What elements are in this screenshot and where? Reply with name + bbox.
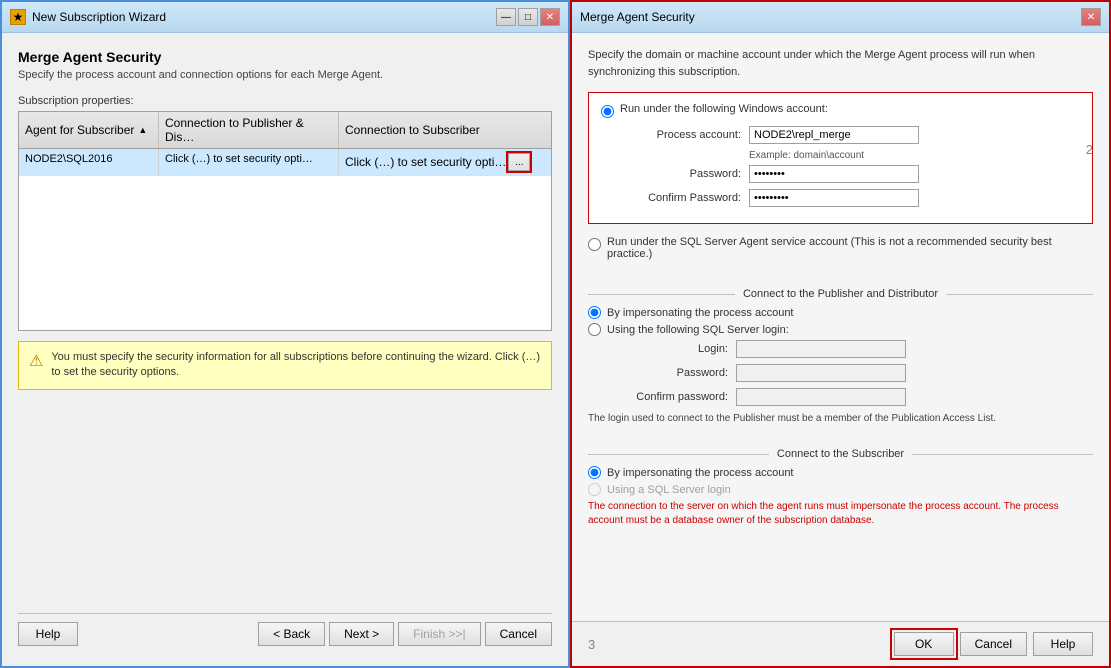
col3-header: Connection to Subscriber (339, 112, 551, 148)
publisher-confirm-input[interactable] (736, 388, 906, 406)
run-under-account-label: Run under the following Windows account: (620, 103, 828, 115)
close-button-right[interactable]: ✕ (1081, 8, 1101, 26)
impersonate-subscriber-radio[interactable] (588, 466, 601, 479)
run-under-account-row: Run under the following Windows account: (601, 103, 1080, 118)
publisher-login-input[interactable] (736, 340, 906, 358)
right-titlebar: Merge Agent Security ✕ (572, 2, 1109, 33)
finish-button[interactable]: Finish >>| (398, 622, 480, 646)
sep-line-left (588, 294, 735, 295)
publisher-password-row: Password: (608, 364, 1093, 382)
sep-line-right (946, 294, 1093, 295)
process-account-input[interactable] (749, 126, 919, 144)
minimize-button[interactable]: — (496, 8, 516, 26)
password-input[interactable] (749, 165, 919, 183)
access-note: The login used to connect to the Publish… (588, 412, 1093, 426)
connect-subscriber-section: Connect to the Subscriber By impersonati… (588, 442, 1093, 528)
left-titlebar: ★ New Subscription Wizard — □ ✕ (2, 2, 568, 33)
confirm-password-label: Confirm Password: (621, 192, 741, 204)
bottom-bar: 3 OK Cancel Help (572, 621, 1109, 666)
help-button-right[interactable]: Help (1033, 632, 1093, 656)
subscription-label: Subscription properties: (18, 95, 552, 107)
subscriber-connection-cell: Click (…) to set security opti… ... (339, 149, 551, 175)
password-row: Password: (621, 165, 1080, 183)
process-account-row: Process account: (621, 126, 1080, 144)
password-label: Password: (621, 168, 741, 180)
sql-login-publisher-row: Using the following SQL Server login: (588, 323, 1093, 336)
right-window-title: Merge Agent Security (580, 10, 695, 24)
process-account-form: Process account: Example: domain\account… (621, 126, 1080, 207)
subscriber-section-label: Connect to the Subscriber (777, 448, 904, 460)
sql-login-publisher-label: Using the following SQL Server login: (607, 324, 789, 336)
col2-header: Connection to Publisher & Dis… (159, 112, 339, 148)
badge3: 3 (588, 637, 595, 652)
subscription-table: Agent for Subscriber ▲ Connection to Pub… (18, 111, 552, 331)
run-under-sql-radio[interactable] (588, 238, 601, 251)
publisher-password-label: Password: (608, 367, 728, 379)
intro-text: Specify the domain or machine account un… (588, 47, 1093, 80)
impersonate-subscriber-row: By impersonating the process account (588, 466, 1093, 479)
confirm-password-row: Confirm Password: (621, 189, 1080, 207)
publisher-password-input[interactable] (736, 364, 906, 382)
col1-header: Agent for Subscriber ▲ (19, 112, 159, 148)
sql-login-publisher-radio[interactable] (588, 323, 601, 336)
connect-publisher-section: Connect to the Publisher and Distributor… (588, 282, 1093, 426)
ellipsis-button[interactable]: ... (508, 153, 530, 171)
run-under-sql-label: Run under the SQL Server Agent service a… (607, 236, 1093, 260)
publisher-section-label: Connect to the Publisher and Distributor (743, 288, 938, 300)
sql-login-subscriber-radio[interactable] (588, 483, 601, 496)
help-button-left[interactable]: Help (18, 622, 78, 646)
process-account-label: Process account: (621, 129, 741, 141)
back-button[interactable]: < Back (258, 622, 325, 646)
impersonate-subscriber-label: By impersonating the process account (607, 467, 794, 479)
impersonate-publisher-radio[interactable] (588, 306, 601, 319)
ok-button[interactable]: OK (894, 632, 954, 656)
cancel-button-left[interactable]: Cancel (485, 622, 552, 646)
windows-account-group: Run under the following Windows account:… (588, 92, 1093, 224)
subscriber-cell: NODE2\SQL2016 (19, 149, 159, 175)
publisher-login-label: Login: (608, 343, 728, 355)
impersonate-publisher-label: By impersonating the process account (607, 307, 794, 319)
publisher-confirm-row: Confirm password: (608, 388, 1093, 406)
warning-icon: ⚠ (29, 351, 43, 371)
process-account-hint: Example: domain\account (749, 150, 1080, 161)
button-row: Help < Back Next > Finish >>| Cancel (18, 613, 552, 650)
titlebar-left: ★ New Subscription Wizard (10, 9, 166, 25)
right-window: Merge Agent Security ✕ Specify the domai… (570, 0, 1111, 668)
nav-buttons: < Back Next > Finish >>| Cancel (258, 622, 552, 646)
publisher-login-form: Login: Password: Confirm password: (608, 340, 1093, 406)
run-under-sql-row: Run under the SQL Server Agent service a… (588, 236, 1093, 260)
titlebar-controls: — □ ✕ (496, 8, 560, 26)
close-button-left[interactable]: ✕ (540, 8, 560, 26)
right-content: Specify the domain or machine account un… (572, 33, 1109, 621)
left-window-content: Merge Agent Security Specify the process… (2, 33, 568, 666)
left-description: Specify the process account and connecti… (18, 69, 552, 81)
confirm-password-input[interactable] (749, 189, 919, 207)
left-heading: Merge Agent Security (18, 49, 552, 65)
subscriber-separator: Connect to the Subscriber (588, 448, 1093, 460)
publisher-confirm-label: Confirm password: (608, 391, 728, 403)
publisher-login-row: Login: (608, 340, 1093, 358)
sql-login-subscriber-label: Using a SQL Server login (607, 484, 731, 496)
left-window-title: New Subscription Wizard (32, 10, 166, 24)
impersonate-publisher-row: By impersonating the process account (588, 306, 1093, 319)
left-window: ★ New Subscription Wizard — □ ✕ Merge Ag… (0, 0, 570, 668)
table-header: Agent for Subscriber ▲ Connection to Pub… (19, 112, 551, 149)
publisher-connection-cell: Click (…) to set security opti… (159, 149, 339, 175)
badge2: 2 (1086, 142, 1093, 157)
next-button[interactable]: Next > (329, 622, 394, 646)
warning-box: ⚠ You must specify the security informat… (18, 341, 552, 390)
maximize-button[interactable]: □ (518, 8, 538, 26)
cancel-button-right[interactable]: Cancel (960, 632, 1027, 656)
publisher-separator: Connect to the Publisher and Distributor (588, 288, 1093, 300)
sql-login-subscriber-row: Using a SQL Server login (588, 483, 1093, 496)
table-row[interactable]: NODE2\SQL2016 Click (…) to set security … (19, 149, 551, 176)
run-under-account-radio[interactable] (601, 105, 614, 118)
window-icon: ★ (10, 9, 26, 25)
subscriber-note: The connection to the server on which th… (588, 500, 1093, 528)
warning-text: You must specify the security informatio… (51, 350, 541, 381)
